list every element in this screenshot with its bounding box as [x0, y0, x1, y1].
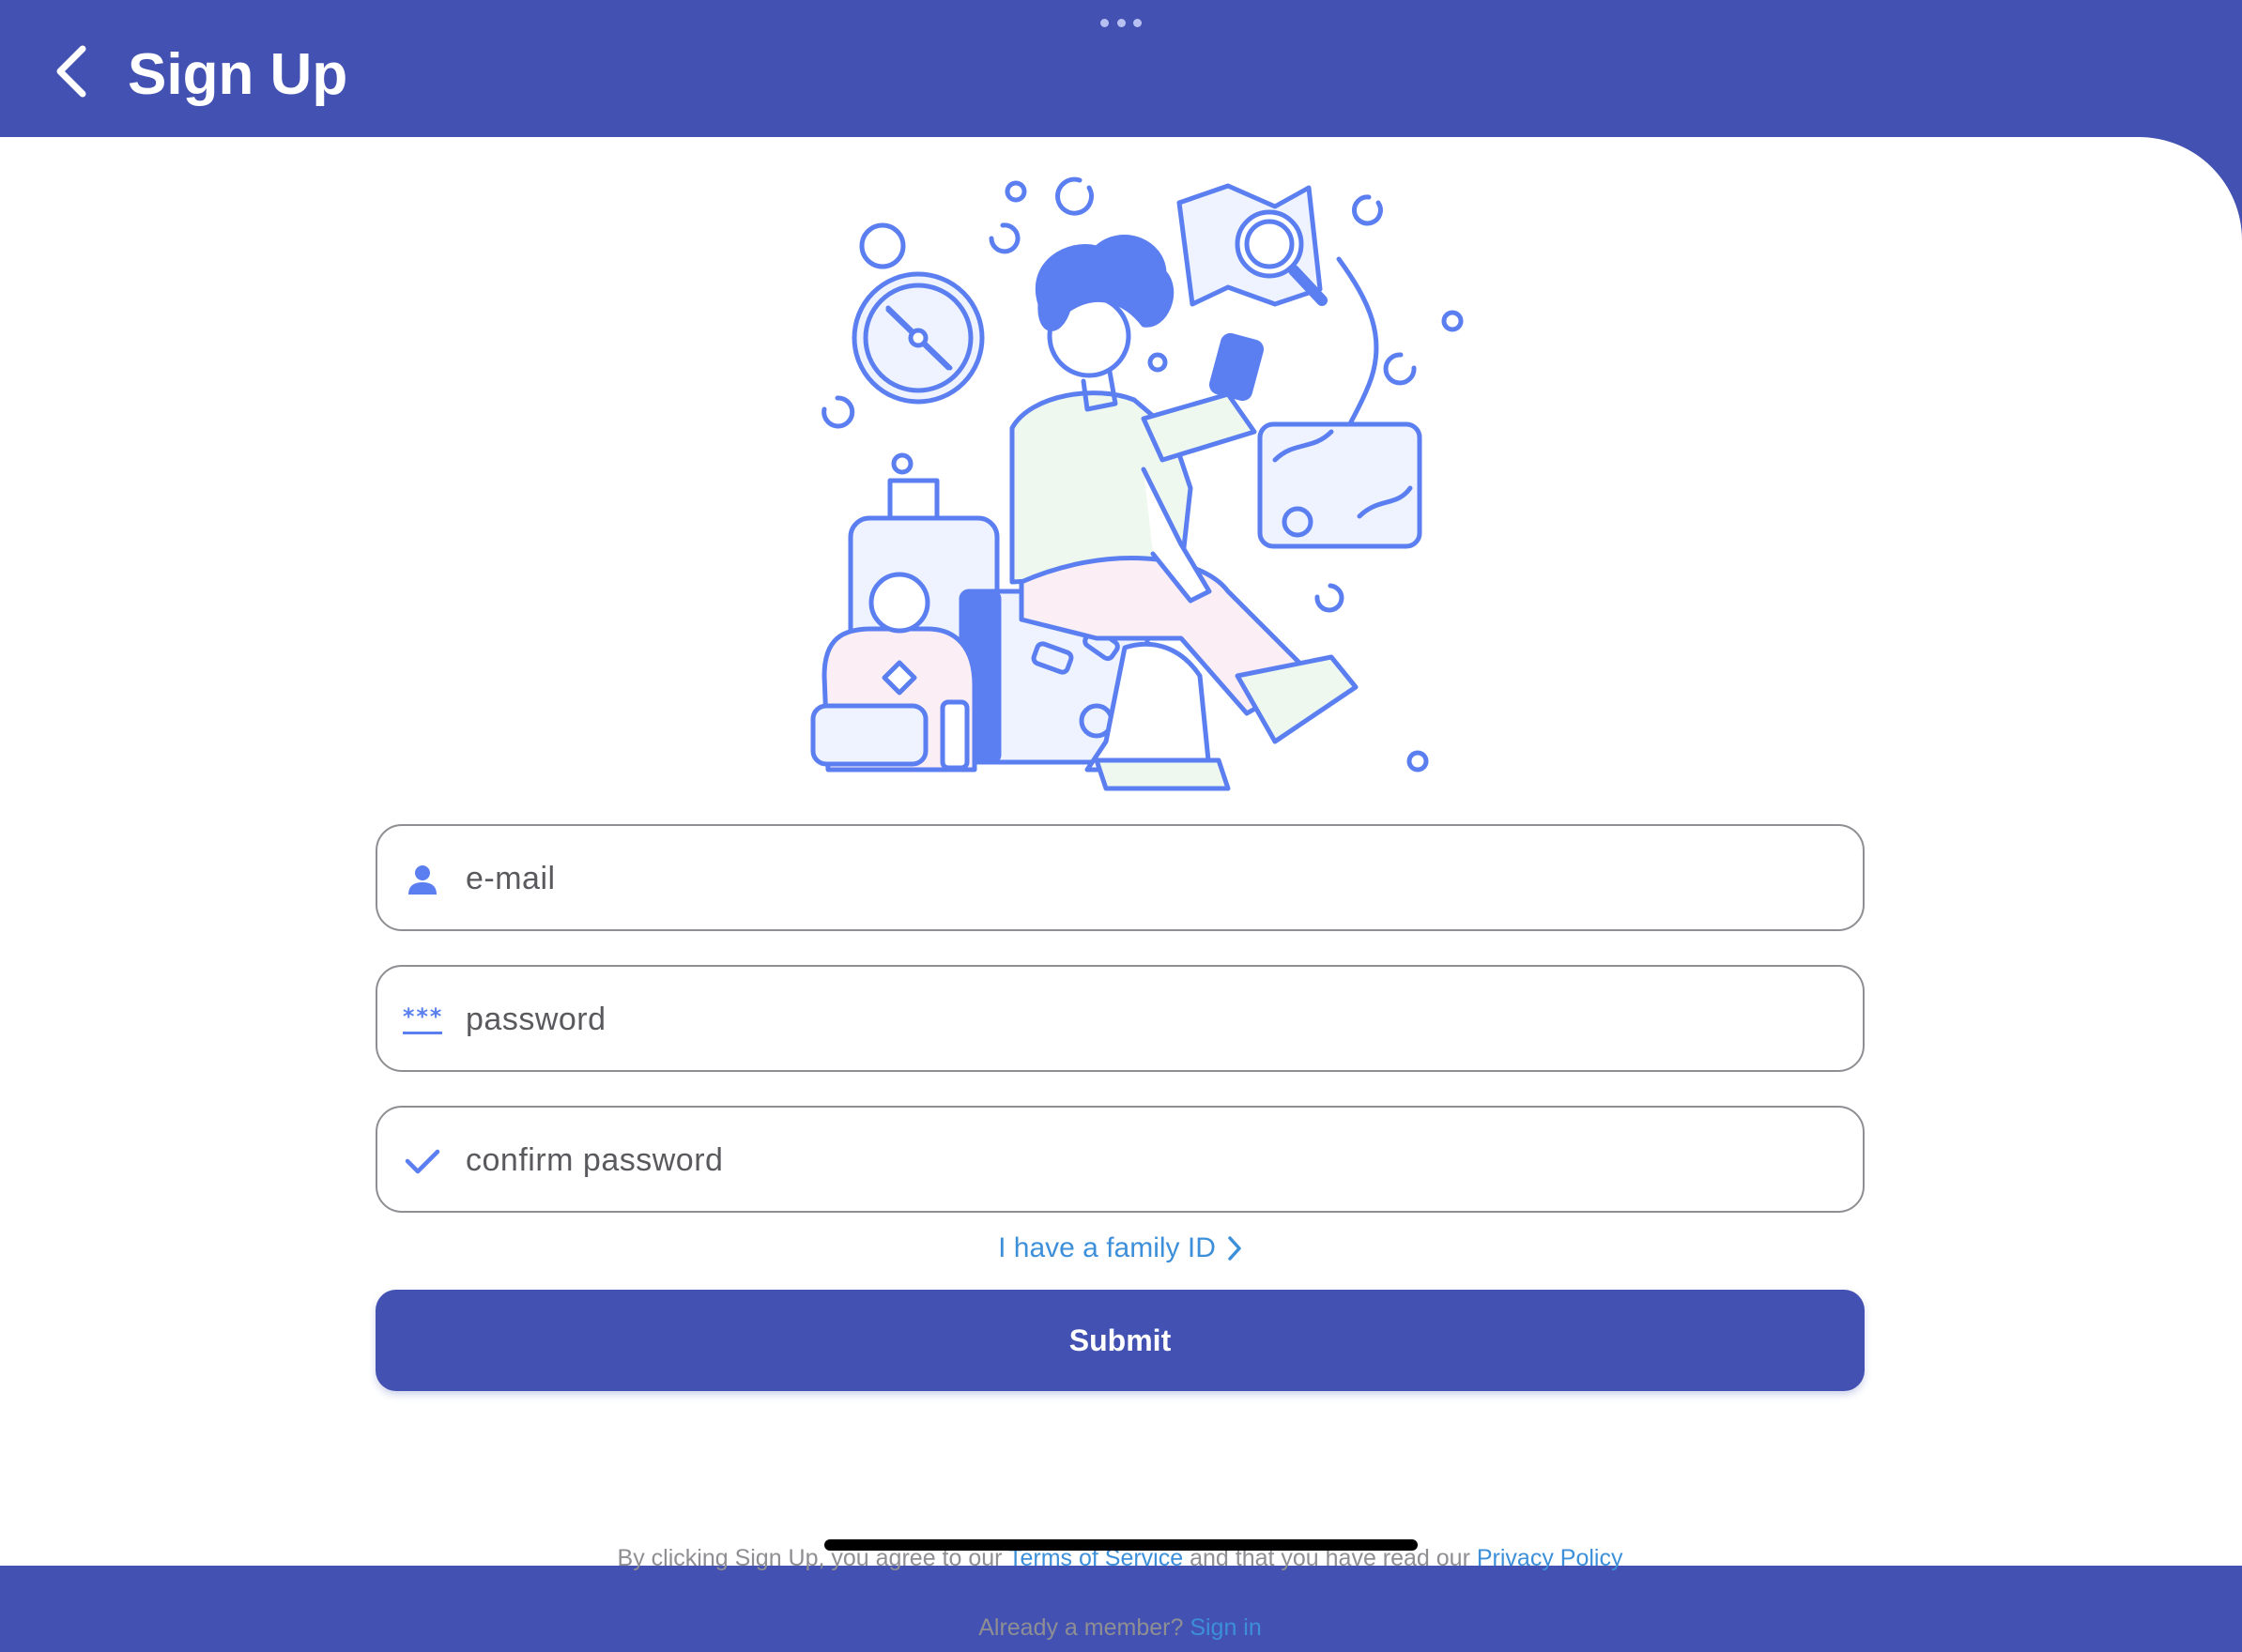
family-id-label: I have a family ID — [998, 1232, 1216, 1263]
email-input[interactable] — [466, 845, 1836, 912]
chevron-right-icon — [1228, 1236, 1241, 1261]
home-indicator[interactable] — [824, 1539, 1418, 1551]
legal-notice: By clicking Sign Up, you agree to our Te… — [376, 1545, 1865, 1583]
app-header: Sign Up — [0, 0, 2242, 137]
svg-text:***: *** — [402, 1003, 442, 1030]
privacy-policy-link[interactable]: Privacy Policy — [1477, 1545, 1623, 1571]
family-id-link[interactable]: I have a family ID — [995, 1226, 1247, 1271]
traveler-illustration — [810, 176, 1464, 791]
password-asterisks-icon: *** — [400, 998, 445, 1043]
password-field[interactable]: *** — [376, 965, 1865, 1072]
confirm-password-field[interactable] — [376, 1106, 1865, 1213]
signin-prompt: Already a member? Sign in — [376, 1614, 1865, 1652]
sign-in-link[interactable]: Sign in — [1190, 1614, 1261, 1641]
email-field[interactable] — [376, 824, 1865, 931]
person-icon — [400, 857, 445, 902]
signin-prompt-text: Already a member? — [978, 1614, 1190, 1641]
confirm-password-input[interactable] — [466, 1126, 1836, 1194]
signup-content: *** I have a family ID Submit By clickin… — [0, 137, 2242, 1641]
checkmark-icon — [400, 1139, 445, 1184]
multitasking-dots-icon[interactable] — [1100, 17, 1142, 28]
back-button[interactable] — [41, 38, 101, 105]
page-title: Sign Up — [128, 42, 348, 107]
password-input[interactable] — [466, 986, 1836, 1053]
submit-button[interactable]: Submit — [376, 1290, 1865, 1391]
chevron-left-icon — [56, 45, 86, 98]
